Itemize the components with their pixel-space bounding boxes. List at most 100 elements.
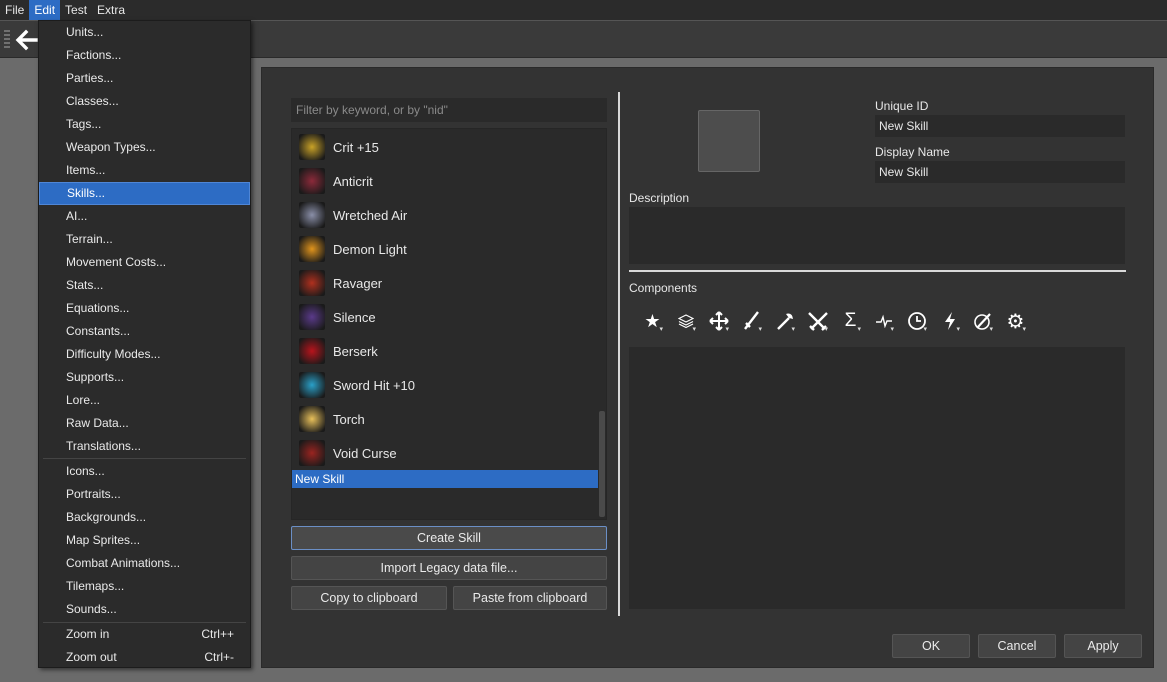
skill-label: Sword Hit +10 bbox=[333, 377, 416, 393]
torch-icon bbox=[299, 406, 325, 432]
anticrit-icon bbox=[299, 168, 325, 194]
menu-item-ai[interactable]: AI... bbox=[39, 205, 250, 228]
list-item[interactable]: Void Curse bbox=[292, 436, 599, 470]
wretched-air-icon bbox=[299, 202, 325, 228]
components-label: Components bbox=[629, 281, 698, 295]
list-item[interactable]: Demon Light bbox=[292, 232, 599, 266]
description-label: Description bbox=[629, 191, 690, 205]
menu-item-icons[interactable]: Icons... bbox=[39, 460, 250, 483]
pulse-icon[interactable]: ▾ bbox=[867, 308, 900, 334]
menu-item-combat-animations[interactable]: Combat Animations... bbox=[39, 552, 250, 575]
list-item[interactable]: Wretched Air bbox=[292, 198, 599, 232]
menu-item-equations[interactable]: Equations... bbox=[39, 297, 250, 320]
menu-item-translations[interactable]: Translations... bbox=[39, 435, 250, 458]
void-curse-icon bbox=[299, 440, 325, 466]
menu-item-raw-data[interactable]: Raw Data... bbox=[39, 412, 250, 435]
menu-item-backgrounds[interactable]: Backgrounds... bbox=[39, 506, 250, 529]
skill-label: Anticrit bbox=[333, 173, 373, 189]
menu-edit[interactable]: Edit bbox=[29, 0, 61, 20]
list-item[interactable]: Torch bbox=[292, 402, 599, 436]
menu-item-map-sprites[interactable]: Map Sprites... bbox=[39, 529, 250, 552]
menu-extra[interactable]: Extra bbox=[92, 0, 130, 20]
horizontal-divider bbox=[629, 270, 1126, 272]
shortcut-label: Ctrl+- bbox=[204, 650, 234, 664]
berserk-icon bbox=[299, 338, 325, 364]
menu-file[interactable]: File bbox=[0, 0, 29, 20]
skill-editor-dialog: Filter by keyword, or by "nid" Crit +15 A… bbox=[261, 67, 1154, 668]
menu-item-supports[interactable]: Supports... bbox=[39, 366, 250, 389]
menu-item-tilemaps[interactable]: Tilemaps... bbox=[39, 575, 250, 598]
menu-item-weapon-types[interactable]: Weapon Types... bbox=[39, 136, 250, 159]
skill-list[interactable]: Crit +15 Anticrit Wretched Air Demon Light R… bbox=[291, 128, 607, 520]
sword-hit-icon bbox=[299, 372, 325, 398]
demon-light-icon bbox=[299, 236, 325, 262]
unique-id-field[interactable]: New Skill bbox=[875, 115, 1125, 137]
list-item[interactable]: Crit +15 bbox=[292, 130, 599, 164]
unique-id-label: Unique ID bbox=[875, 99, 929, 113]
menu-item-items[interactable]: Items... bbox=[39, 159, 250, 182]
crit-icon bbox=[299, 134, 325, 160]
list-item[interactable]: Anticrit bbox=[292, 164, 599, 198]
ravager-icon bbox=[299, 270, 325, 296]
list-item[interactable]: Silence bbox=[292, 300, 599, 334]
axe-icon[interactable]: ▾ bbox=[768, 308, 801, 334]
copy-to-clipboard-button[interactable]: Copy to clipboard bbox=[291, 586, 447, 610]
lightning-icon[interactable]: ▾ bbox=[933, 308, 966, 334]
skill-label: Crit +15 bbox=[333, 139, 379, 155]
vertical-divider[interactable] bbox=[618, 92, 620, 616]
menu-item-terrain[interactable]: Terrain... bbox=[39, 228, 250, 251]
paint-icon[interactable]: ▾ bbox=[966, 308, 999, 334]
menu-item-label: Zoom in bbox=[66, 627, 110, 641]
skill-label: Wretched Air bbox=[333, 207, 408, 223]
clock-icon[interactable]: ▾ bbox=[900, 308, 933, 334]
menu-separator bbox=[43, 458, 246, 459]
menu-item-factions[interactable]: Factions... bbox=[39, 44, 250, 67]
display-name-field[interactable]: New Skill bbox=[875, 161, 1125, 183]
menu-item-tags[interactable]: Tags... bbox=[39, 113, 250, 136]
star-icon[interactable]: ★ ▾ bbox=[636, 308, 669, 334]
menu-item-portraits[interactable]: Portraits... bbox=[39, 483, 250, 506]
menu-item-sounds[interactable]: Sounds... bbox=[39, 598, 250, 621]
list-item[interactable]: Sword Hit +10 bbox=[292, 368, 599, 402]
scrollbar[interactable] bbox=[598, 129, 606, 519]
menu-item-movement-costs[interactable]: Movement Costs... bbox=[39, 251, 250, 274]
components-list[interactable] bbox=[629, 347, 1125, 609]
menu-item-parties[interactable]: Parties... bbox=[39, 67, 250, 90]
apply-button[interactable]: Apply bbox=[1064, 634, 1142, 658]
skill-icon-picker[interactable] bbox=[698, 110, 760, 172]
menu-item-classes[interactable]: Classes... bbox=[39, 90, 250, 113]
components-toolbar: ★ ▾ ▾ ▾ ▾ ▾ ▾ Σ ▾ ▾ ▾ ▾ ▾ ⚙ ▾ bbox=[636, 308, 1032, 334]
cancel-button[interactable]: Cancel bbox=[978, 634, 1056, 658]
toolbar-grip-icon[interactable] bbox=[4, 30, 10, 50]
menu-item-zoom-in[interactable]: Zoom in Ctrl++ bbox=[39, 623, 250, 646]
description-field[interactable] bbox=[629, 207, 1125, 264]
create-skill-button[interactable]: Create Skill bbox=[291, 526, 607, 550]
filter-input[interactable]: Filter by keyword, or by "nid" bbox=[291, 98, 607, 122]
menu-item-constants[interactable]: Constants... bbox=[39, 320, 250, 343]
layers-icon[interactable]: ▾ bbox=[669, 308, 702, 334]
menu-item-skills[interactable]: Skills... bbox=[39, 182, 250, 205]
gear-icon[interactable]: ⚙ ▾ bbox=[999, 308, 1032, 334]
sigma-icon[interactable]: Σ ▾ bbox=[834, 308, 867, 334]
menu-item-units[interactable]: Units... bbox=[39, 21, 250, 44]
menu-item-stats[interactable]: Stats... bbox=[39, 274, 250, 297]
skill-label: Void Curse bbox=[333, 445, 397, 461]
crossed-swords-icon[interactable]: ▾ bbox=[801, 308, 834, 334]
ok-button[interactable]: OK bbox=[892, 634, 970, 658]
move-arrows-icon[interactable]: ▾ bbox=[702, 308, 735, 334]
scrollbar-thumb[interactable] bbox=[599, 411, 605, 517]
import-legacy-button[interactable]: Import Legacy data file... bbox=[291, 556, 607, 580]
list-item-selected[interactable]: New Skill bbox=[292, 470, 599, 488]
list-item[interactable]: Berserk bbox=[292, 334, 599, 368]
sword-icon[interactable]: ▾ bbox=[735, 308, 768, 334]
paste-from-clipboard-button[interactable]: Paste from clipboard bbox=[453, 586, 607, 610]
menu-test[interactable]: Test bbox=[60, 0, 92, 20]
menu-item-difficulty-modes[interactable]: Difficulty Modes... bbox=[39, 343, 250, 366]
menu-item-zoom-out[interactable]: Zoom out Ctrl+- bbox=[39, 646, 250, 669]
list-item[interactable]: Ravager bbox=[292, 266, 599, 300]
back-arrow-icon[interactable] bbox=[14, 27, 40, 53]
skill-label: Demon Light bbox=[333, 241, 407, 257]
skill-label: New Skill bbox=[295, 472, 345, 486]
menu-item-lore[interactable]: Lore... bbox=[39, 389, 250, 412]
skill-label: Torch bbox=[333, 411, 365, 427]
